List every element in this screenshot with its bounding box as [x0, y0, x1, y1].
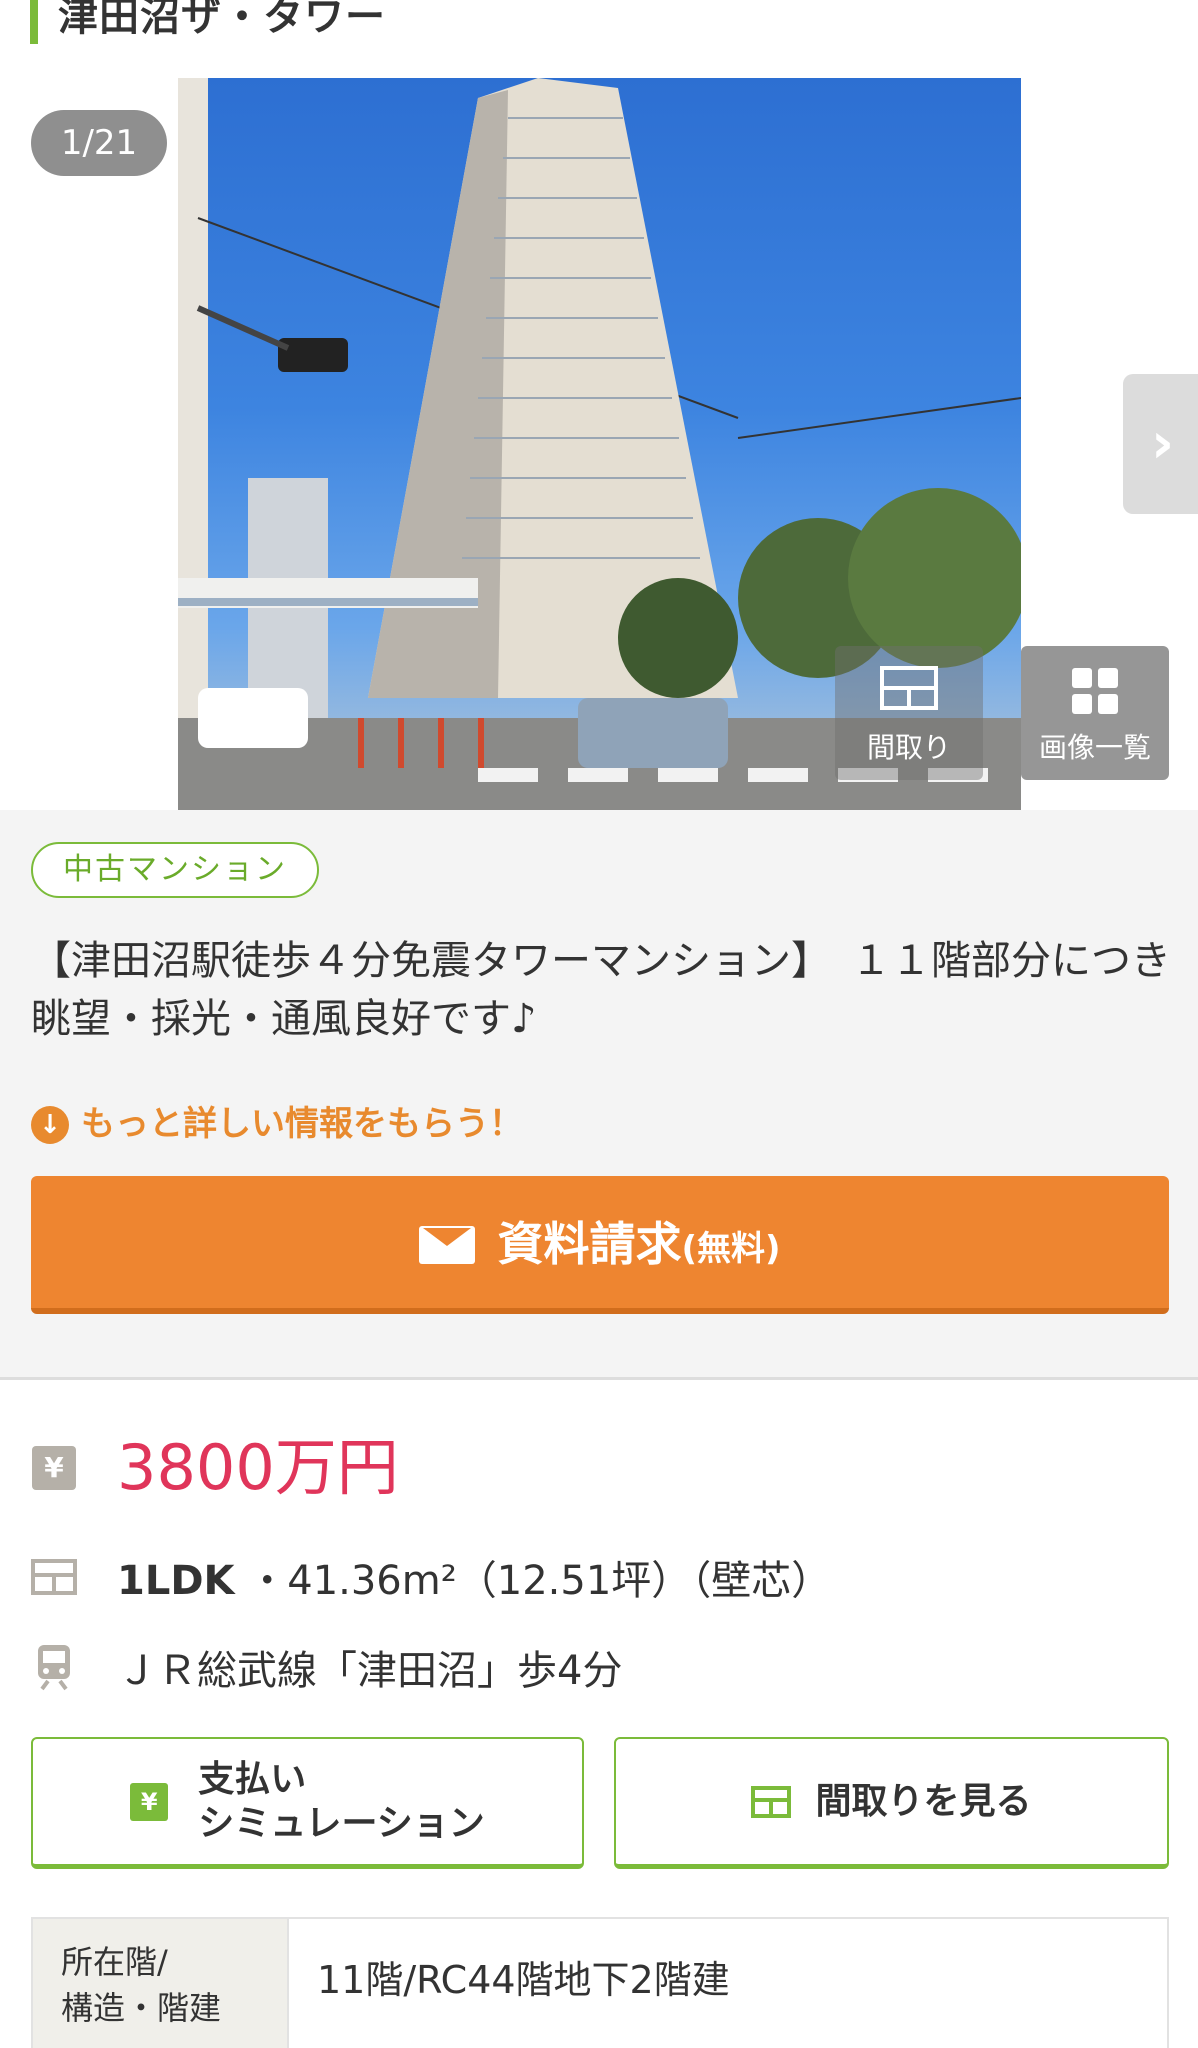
floor-plan-icon	[880, 666, 938, 717]
price: 3800万円	[117, 1431, 399, 1504]
page-title: 津田沼ザ・タワー	[58, 0, 386, 40]
price-row: ¥ 3800万円	[31, 1428, 399, 1508]
floor-plan-photo-button[interactable]: 間取り	[835, 646, 983, 780]
floor-label-line1: 所在階/	[61, 1943, 168, 1981]
train-icon	[31, 1644, 77, 1691]
grid-icon	[1070, 666, 1120, 723]
details-table: 所在階/ 構造・階建 11階/RC44階地下2階建	[31, 1917, 1169, 2048]
title-accent-bar	[30, 0, 38, 44]
listing-catchcopy: 【津田沼駅徒歩４分免震タワーマンション】 １１階部分につき眺望・採光・通風良好で…	[31, 938, 1171, 1042]
payment-simulation-button[interactable]: ¥ 支払い シミュレーション	[31, 1737, 584, 1869]
payment-label-line1: 支払い	[198, 1758, 307, 1800]
floor-plan-icon	[751, 1785, 792, 1818]
request-free-label: (無料)	[681, 1229, 781, 1269]
floor-structure-header: 所在階/ 構造・階建	[33, 1919, 289, 2048]
mail-icon	[419, 1226, 476, 1264]
request-documents-button[interactable]: 資料請求(無料)	[31, 1176, 1169, 1314]
view-floorplan-label: 間取りを見る	[815, 1780, 1032, 1822]
access-row: ＪＲ総武線「津田沼」歩4分	[31, 1638, 622, 1696]
access-text: ＪＲ総武線「津田沼」歩4分	[117, 1648, 623, 1694]
more-info-text: もっと詳しい情報をもらう！	[81, 1104, 523, 1144]
chevron-right-icon: ›	[1150, 411, 1175, 476]
request-button-label: 資料請求	[497, 1217, 682, 1271]
property-type-badge: 中古マンション	[31, 842, 319, 898]
floor-structure-value: 11階/RC44階地下2階建	[317, 1958, 730, 2002]
view-floorplan-button[interactable]: 間取りを見る	[614, 1737, 1169, 1869]
area-text: ・41.36m²（12.51坪）（壁芯）	[247, 1558, 832, 1604]
image-list-label: 画像一覧	[1038, 731, 1151, 764]
more-info-prompt: ↓ もっと詳しい情報をもらう！	[31, 1100, 523, 1148]
payment-label-line2: シミュレーション	[198, 1802, 485, 1844]
arrow-down-circle-icon: ↓	[31, 1106, 69, 1144]
floor-plan-icon	[31, 1554, 77, 1600]
layout-type: 1LDK	[117, 1558, 235, 1604]
photo-counter: 1/21	[31, 110, 167, 176]
yen-icon: ¥	[130, 1782, 169, 1821]
floor-plan-label: 間取り	[866, 731, 951, 764]
listing-info-section: 中古マンション 【津田沼駅徒歩４分免震タワーマンション】 １１階部分につき眺望・…	[0, 810, 1198, 1380]
photo-gallery[interactable]: 1/21 › 間取り 画像一覧	[0, 78, 1198, 810]
layout-row: 1LDK ・41.36m²（12.51坪）（壁芯）	[31, 1548, 831, 1606]
image-list-button[interactable]: 画像一覧	[1021, 646, 1169, 780]
floor-label-line2: 構造・階建	[61, 1989, 222, 2027]
yen-icon: ¥	[32, 1446, 76, 1490]
next-photo-button[interactable]: ›	[1123, 374, 1198, 514]
